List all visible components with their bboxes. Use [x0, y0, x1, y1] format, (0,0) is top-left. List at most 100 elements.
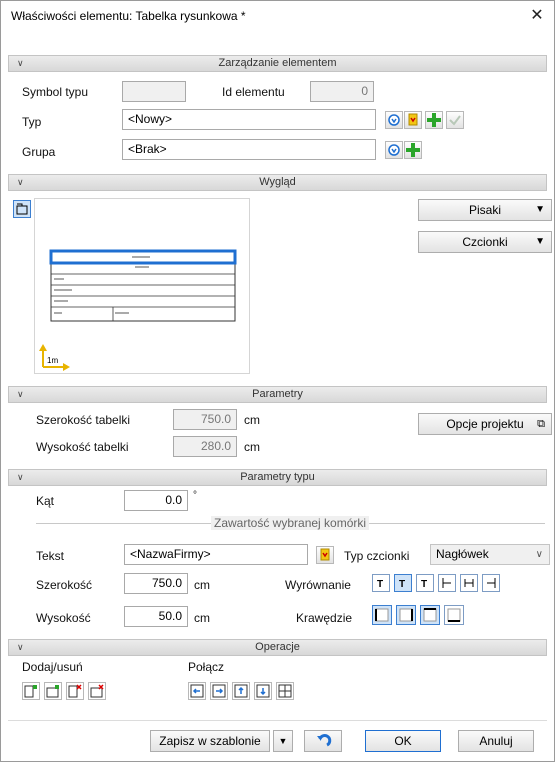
preview-canvas[interactable]: 1m	[34, 198, 250, 374]
wysokosc-tabelki-field[interactable]: 280.0	[173, 436, 237, 457]
czcionki-label: Czcionki	[462, 235, 508, 249]
add-column-icon[interactable]	[22, 682, 40, 700]
pisaki-dropdown[interactable]: Pisaki ▼	[418, 199, 552, 221]
symbol-typu-label: Symbol typu	[22, 85, 89, 99]
scale-label: 1m	[47, 356, 59, 365]
typ-czcionki-value: Nagłówek	[436, 547, 489, 561]
unit-cm: cm	[194, 578, 210, 592]
section-title: Operacje	[255, 641, 300, 653]
id-elementu-label: Id elementu	[222, 85, 285, 99]
align-center-icon[interactable]	[460, 574, 478, 592]
section-header-wyglad[interactable]: ∨ Wygląd	[8, 174, 547, 191]
align-top-right-icon[interactable]: T	[416, 574, 434, 592]
grupa-select-icon[interactable]	[385, 141, 403, 159]
id-elementu-field[interactable]: 0	[310, 81, 374, 102]
svg-text:T: T	[421, 579, 427, 590]
align-top-left-icon[interactable]: T	[372, 574, 390, 592]
opcje-projektu-label: Opcje projektu	[446, 417, 524, 431]
wysokosc-field[interactable]: 50.0	[124, 606, 188, 627]
typ-czcionki-select[interactable]: Nagłówek ∨	[430, 544, 550, 565]
footer-divider	[8, 720, 547, 721]
chevron-down-icon: ∨	[17, 642, 24, 652]
section-title: Wygląd	[259, 176, 296, 188]
title-bar: Właściwości elementu: Tabelka rysunkowa …	[1, 1, 554, 31]
chevron-down-icon: ∨	[17, 177, 24, 187]
delete-row-icon[interactable]	[88, 682, 106, 700]
tekst-save-icon[interactable]	[316, 546, 334, 564]
align-right-icon[interactable]	[482, 574, 500, 592]
section-title: Zarządzanie elementem	[218, 57, 337, 69]
undo-icon	[317, 734, 332, 747]
szerokosc-tabelki-field[interactable]: 750.0	[173, 409, 237, 430]
window-title: Właściwości elementu: Tabelka rysunkowa …	[11, 9, 246, 23]
chevron-down-icon: ∨	[17, 472, 24, 482]
chevron-down-icon: ∨	[17, 58, 24, 68]
fit-view-icon[interactable]	[13, 200, 31, 218]
merge-up-icon[interactable]	[232, 682, 250, 700]
border-top-icon[interactable]	[420, 605, 440, 625]
section-header-operacje[interactable]: ∨ Operacje	[8, 639, 547, 656]
chevron-down-icon: ∨	[535, 549, 543, 560]
section-header-parametry-typu[interactable]: ∨ Parametry typu	[8, 469, 547, 486]
chevron-down-icon: ∨	[17, 389, 24, 399]
section-title: Parametry typu	[240, 471, 315, 483]
table-preview	[39, 249, 237, 371]
zapisz-w-szablonie-button[interactable]: Zapisz w szablonie	[150, 730, 270, 752]
opcje-projektu-button[interactable]: Opcje projektu ⧉	[418, 413, 552, 435]
border-right-icon[interactable]	[396, 605, 416, 625]
section-header-parametry[interactable]: ∨ Parametry	[8, 386, 547, 403]
merge-down-icon[interactable]	[254, 682, 272, 700]
align-left-icon[interactable]	[438, 574, 456, 592]
undo-button[interactable]	[304, 730, 342, 752]
symbol-typu-field[interactable]	[122, 81, 186, 102]
merge-right-icon[interactable]	[210, 682, 228, 700]
tekst-field[interactable]: <NazwaFirmy>	[124, 544, 308, 565]
typ-czcionki-label: Typ czcionki	[344, 549, 410, 563]
zapisz-dropdown-arrow[interactable]: ▼	[273, 730, 293, 752]
czcionki-dropdown[interactable]: Czcionki ▼	[418, 231, 552, 253]
check-icon[interactable]	[446, 111, 464, 129]
typ-select-icon[interactable]	[385, 111, 403, 129]
unit-cm: cm	[244, 440, 260, 454]
kat-label: Kąt	[36, 494, 55, 508]
dropdown-arrow-icon: ▼	[535, 236, 545, 247]
polacz-label: Połącz	[188, 660, 225, 674]
typ-field[interactable]: <Nowy>	[122, 109, 376, 130]
border-bottom-icon[interactable]	[444, 605, 464, 625]
wysokosc-label: Wysokość	[36, 611, 91, 625]
add-group-icon[interactable]	[404, 141, 422, 159]
delete-column-icon[interactable]	[66, 682, 84, 700]
border-left-icon[interactable]	[372, 605, 392, 625]
align-top-center-icon[interactable]: T	[394, 574, 412, 592]
grupa-label: Grupa	[22, 145, 56, 159]
merge-left-icon[interactable]	[188, 682, 206, 700]
szerokosc-label: Szerokość	[36, 578, 93, 592]
ok-button[interactable]: OK	[365, 730, 441, 752]
typ-save-icon[interactable]	[404, 111, 422, 129]
kat-field[interactable]: 0.0	[124, 490, 188, 511]
pisaki-label: Pisaki	[468, 203, 501, 217]
split-cell-icon[interactable]	[276, 682, 294, 700]
krawedzie-label: Krawędzie	[296, 611, 353, 625]
grupa-field[interactable]: <Brak>	[122, 139, 376, 160]
szerokosc-field[interactable]: 750.0	[124, 573, 188, 594]
svg-text:T: T	[399, 579, 405, 590]
wysokosc-tabelki-label: Wysokość tabelki	[36, 440, 129, 454]
add-type-icon[interactable]	[425, 111, 443, 129]
section-header-zarzadzanie[interactable]: ∨ Zarządzanie elementem	[8, 55, 547, 72]
unit-cm: cm	[194, 611, 210, 625]
close-icon[interactable]: ✕	[526, 5, 548, 27]
typ-label: Typ	[22, 115, 42, 129]
svg-text:T: T	[377, 579, 383, 590]
wyrownanie-label: Wyrównanie	[285, 578, 351, 592]
add-row-icon[interactable]	[44, 682, 62, 700]
group-label: Zawartość wybranej komórki	[211, 516, 370, 530]
section-title: Parametry	[252, 388, 303, 400]
anuluj-button[interactable]: Anuluj	[458, 730, 534, 752]
external-window-icon: ⧉	[537, 418, 545, 430]
tekst-label: Tekst	[36, 549, 65, 563]
dodaj-usun-label: Dodaj/usuń	[22, 660, 83, 674]
szerokosc-tabelki-label: Szerokość tabelki	[36, 413, 131, 427]
unit-cm: cm	[244, 413, 260, 427]
dropdown-arrow-icon: ▼	[535, 204, 545, 215]
